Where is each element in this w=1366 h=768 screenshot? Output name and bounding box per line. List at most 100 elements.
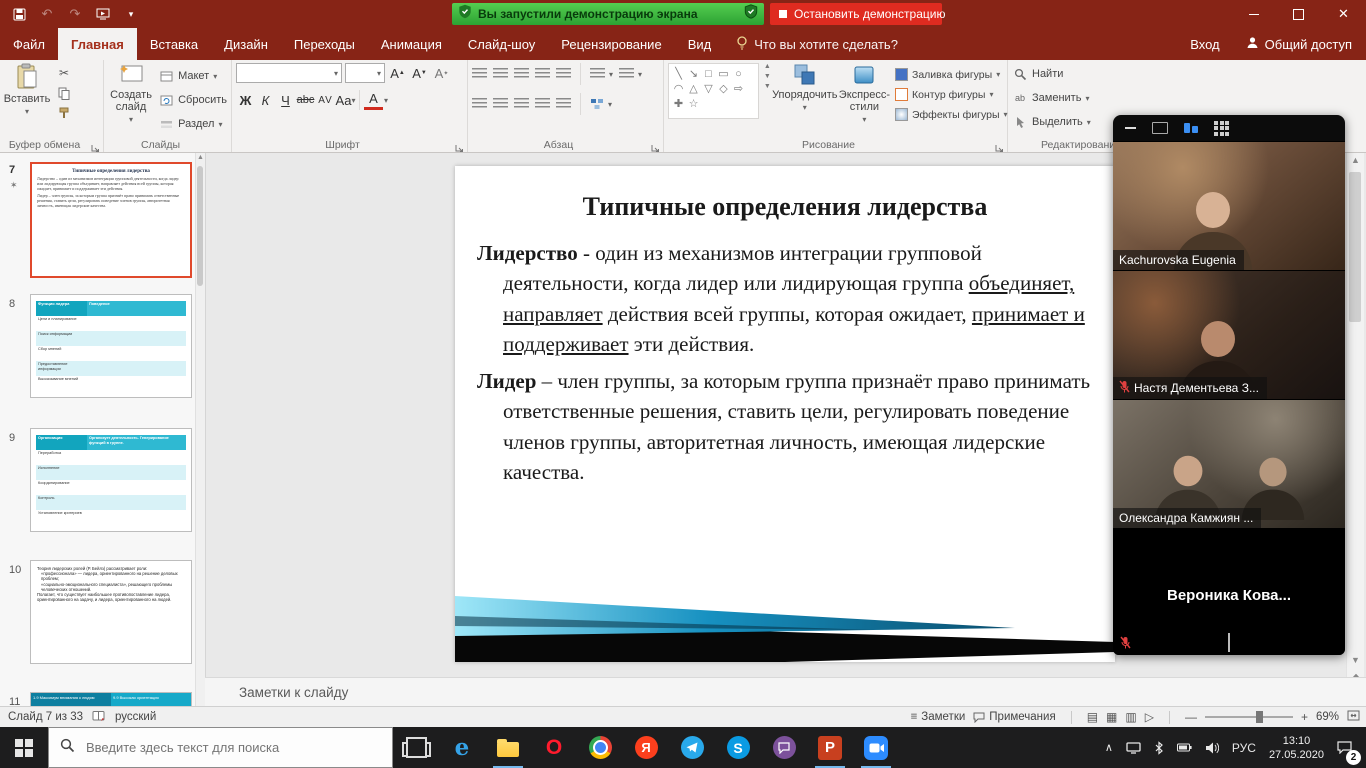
text-direction-button[interactable]: ▾ [590,63,613,85]
font-name-combo[interactable]: ▾ [236,63,342,83]
bold-button[interactable]: Ж [236,90,255,110]
zoom-slider[interactable] [1205,716,1293,718]
comments-toggle[interactable]: Примечания [973,711,1055,723]
customize-qat-icon[interactable]: ▾ [122,4,140,24]
skype-icon[interactable]: S [715,727,761,768]
section-button[interactable]: Раздел▾ [158,113,227,135]
line-spacing-icon[interactable] [556,68,571,80]
scrollbar-up-icon[interactable]: ▲ [1347,152,1364,168]
shapes-scroll[interactable]: ▲▼▼ [764,63,771,136]
font-color-button[interactable]: А [364,91,383,110]
italic-button[interactable]: К [256,90,275,110]
tab-animations[interactable]: Анимация [368,28,455,60]
new-slide-button[interactable]: Создать слайд ▾ [108,63,154,136]
bluetooth-icon[interactable] [1154,741,1164,755]
paragraph-dialog-launcher[interactable] [651,140,661,150]
numbering-icon[interactable] [493,68,508,80]
search-input[interactable] [84,739,378,756]
redo-icon[interactable]: ↷ [66,4,84,24]
share-button[interactable]: Общий доступ [1232,28,1366,60]
copy-icon[interactable] [56,85,72,101]
zoom-out-icon[interactable]: — [1185,710,1197,724]
language-indicator[interactable]: русский [115,711,156,723]
scrollbar-thumb[interactable] [1349,172,1361,322]
shape-effects-button[interactable]: Эффекты фигуры▾ [895,105,1003,124]
start-button[interactable] [0,727,48,768]
zoom-speaker-view-icon[interactable] [1152,122,1168,134]
character-spacing-button[interactable]: AV [316,90,335,110]
taskbar-search[interactable] [48,727,393,768]
close-button[interactable]: ✕ [1321,0,1366,28]
undo-icon[interactable]: ↶ [38,4,56,24]
shape-outline-button[interactable]: Контур фигуры▾ [895,85,1003,104]
yandex-browser-icon[interactable]: Я [623,727,669,768]
shrink-font-button[interactable]: А▼ [410,63,429,83]
font-dialog-launcher[interactable] [455,140,465,150]
file-explorer-icon[interactable] [485,727,531,768]
slide-thumbnail-7[interactable]: Типичные определения лидерства Лидерство… [30,162,192,278]
clipboard-dialog-launcher[interactable] [91,140,101,150]
slide[interactable]: Типичные определения лидерства Лидерство… [455,166,1115,662]
zoom-app-icon[interactable] [853,727,899,768]
battery-icon[interactable] [1177,743,1192,752]
align-right-icon[interactable] [514,98,529,110]
sign-in-button[interactable]: Вход [1178,28,1231,60]
zoom-in-icon[interactable]: + [1301,710,1308,724]
shape-fill-button[interactable]: Заливка фигуры▾ [895,65,1003,84]
stop-sharing-button[interactable]: Остановить демонстрацию [770,3,942,25]
scrollbar-down-icon[interactable]: ▼ [1351,652,1360,668]
clear-formatting-button[interactable]: А✦ [432,63,451,83]
proofing-icon[interactable] [92,710,106,725]
notes-pane[interactable]: Заметки к слайду [205,677,1366,707]
slide-thumbnail-8[interactable]: Функции лидера Поведение Цели и планиров… [30,294,192,398]
format-painter-icon[interactable] [56,105,72,121]
edge-icon[interactable]: e [439,727,485,768]
layout-button[interactable]: Макет▾ [158,65,227,87]
tab-transitions[interactable]: Переходы [281,28,368,60]
grow-font-button[interactable]: А▲ [388,63,407,83]
slide-thumbnail-9[interactable]: Организация Организует деятельность. Ген… [30,428,192,532]
reading-view-icon[interactable]: ▥ [1125,710,1136,724]
task-view-button[interactable] [393,727,439,768]
telegram-icon[interactable] [669,727,715,768]
fit-to-window-icon[interactable] [1347,710,1360,724]
participant-video-1[interactable]: Kachurovska Eugenia [1113,141,1345,270]
shapes-gallery[interactable]: ╲↘□ ▭○◠ △▽◇ ⇨✚☆ [668,63,759,119]
justify-icon[interactable] [535,98,550,110]
clock[interactable]: 13:10 27.05.2020 [1269,734,1324,762]
volume-icon[interactable] [1205,742,1219,754]
replace-button[interactable]: ab Заменить▾ [1012,87,1164,109]
align-left-icon[interactable] [472,98,487,110]
zoom-grid-view-icon[interactable] [1214,121,1229,136]
cut-icon[interactable]: ✂ [56,65,72,81]
hidden-icons-chevron[interactable]: ∧ [1105,741,1113,754]
save-icon[interactable] [10,4,28,24]
slide-sorter-view-icon[interactable]: ▦ [1106,710,1117,724]
minimize-button[interactable] [1231,0,1276,28]
tab-review[interactable]: Рецензирование [548,28,674,60]
collapse-panel-chevron-icon[interactable] [1228,633,1230,651]
normal-view-icon[interactable]: ▤ [1087,710,1098,724]
underline-button[interactable]: Ч [276,90,295,110]
decrease-indent-icon[interactable] [514,68,529,80]
start-slideshow-icon[interactable] [94,4,112,24]
restore-button[interactable] [1276,0,1321,28]
arrange-button[interactable]: Упорядочить ▾ [776,63,834,136]
viber-icon[interactable] [761,727,807,768]
tab-file[interactable]: Файл [0,28,58,60]
tab-insert[interactable]: Вставка [137,28,211,60]
scroll-up-icon[interactable]: ▲ [196,152,205,161]
participant-video-2[interactable]: Настя Дементьева З... [1113,270,1345,399]
tab-home[interactable]: Главная [58,28,137,60]
tell-me-box[interactable]: Что вы хотите сделать? [724,28,910,60]
align-text-button[interactable]: ▾ [619,63,642,85]
window-scrollbar[interactable]: ▲ ▼ [1346,152,1364,706]
notes-toggle[interactable]: ≡ Заметки [911,711,966,723]
align-center-icon[interactable] [493,98,508,110]
opera-icon[interactable]: O [531,727,577,768]
participant-video-4[interactable]: Вероника Кова... [1113,528,1345,655]
zoom-level[interactable]: 69% [1316,711,1339,723]
bullets-icon[interactable] [472,68,487,80]
change-case-button[interactable]: Аа▾ [336,90,355,110]
tab-design[interactable]: Дизайн [211,28,281,60]
